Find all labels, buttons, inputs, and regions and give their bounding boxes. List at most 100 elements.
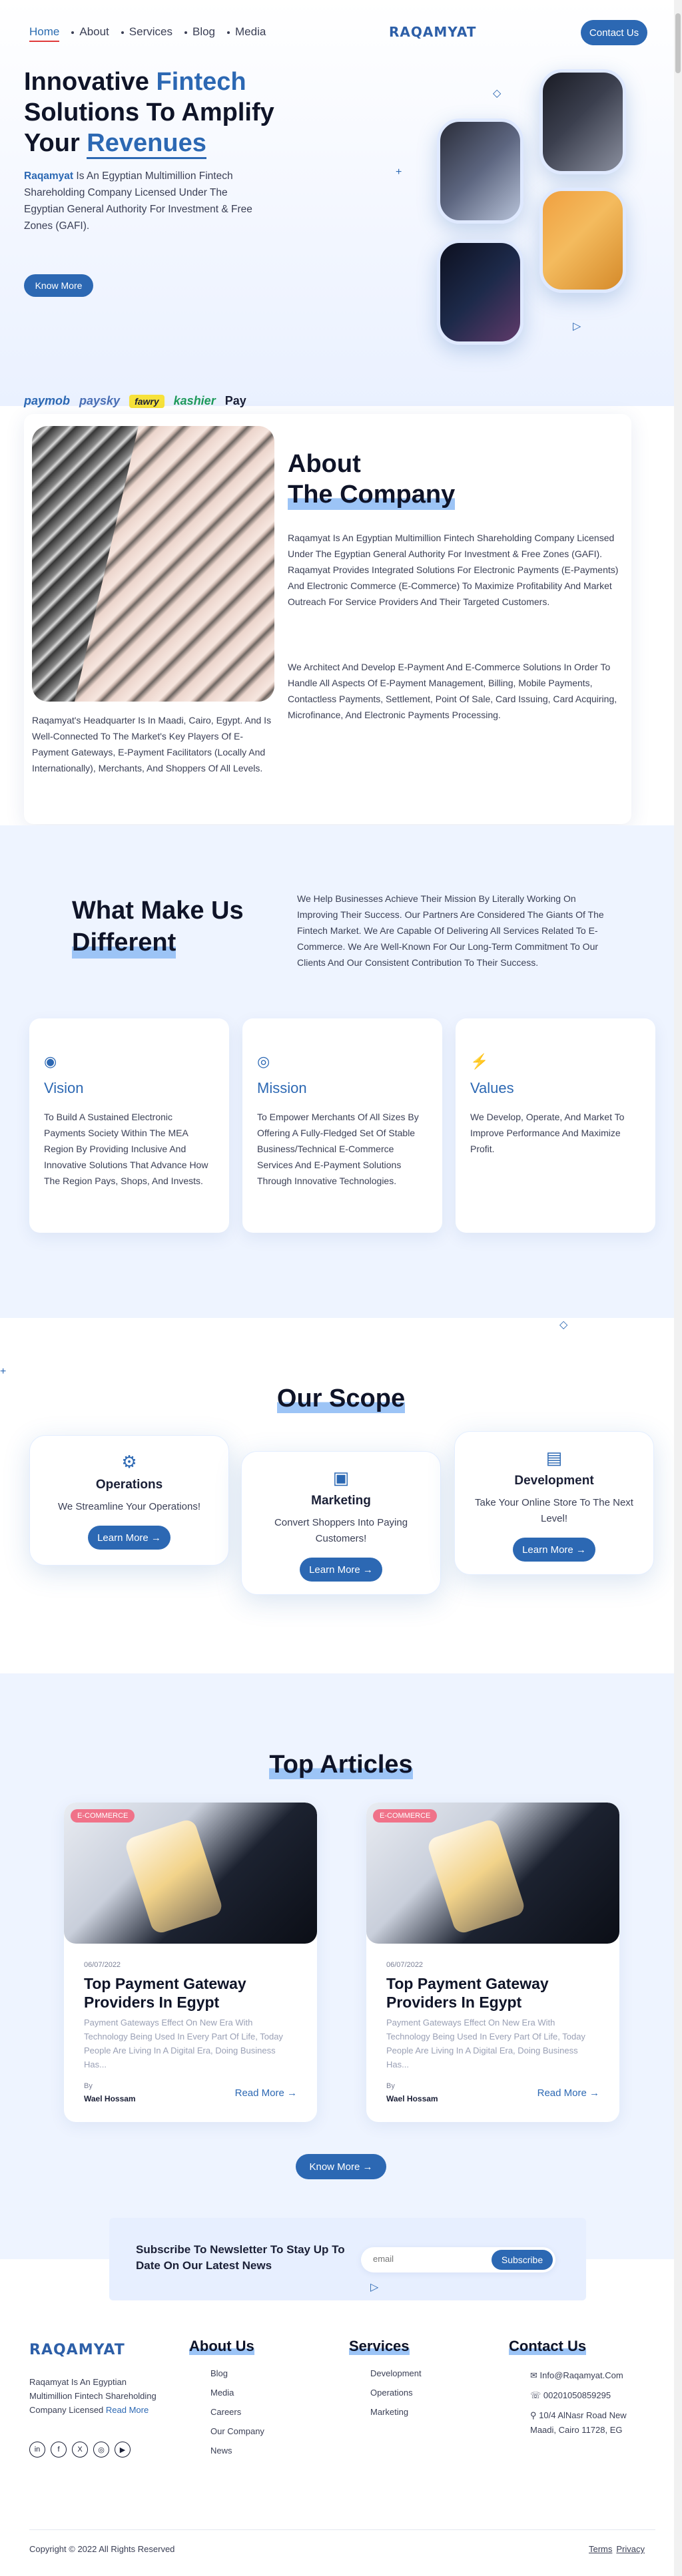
scope-card-development: ▤ Development Take Your Online Store To …	[454, 1431, 654, 1575]
footer-column-title: Contact Us	[509, 2338, 587, 2355]
nav-home[interactable]: Home	[29, 25, 60, 42]
footer-link-media[interactable]: Media	[189, 2388, 264, 2398]
nav-media[interactable]: Media	[227, 25, 266, 39]
site-logo[interactable]: RAQAMYAT	[389, 24, 476, 40]
partner-logo: Pay	[224, 394, 246, 407]
location-pin-icon: ⚲	[530, 2410, 539, 2420]
hero-image-pos-terminal	[539, 69, 626, 174]
about-paragraph-2: We Architect And Develop E-Payment And E…	[288, 662, 617, 720]
footer-link-careers[interactable]: Careers	[189, 2407, 264, 2417]
footer-column-title: About Us	[189, 2338, 254, 2355]
partner-logo: paysky	[79, 394, 121, 407]
partner-logos: paymob paysky fawry kashier Pay	[24, 394, 246, 408]
learn-more-button[interactable]: Learn More →	[513, 1538, 595, 1562]
triangle-deco-icon: ▷	[370, 2282, 379, 2293]
mission-description: To Empower Merchants Of All Sizes By Off…	[257, 1112, 419, 1186]
social-links: in f X ◎ ▶	[29, 2442, 131, 2458]
footer-link-development[interactable]: Development	[349, 2368, 422, 2378]
partner-logo: kashier	[173, 394, 216, 407]
article-by: By	[84, 2082, 93, 2090]
scope-card-description: We Streamline Your Operations!	[57, 1501, 200, 1512]
mail-icon: ✉	[530, 2370, 540, 2380]
contact-us-button[interactable]: Contact Us	[581, 20, 647, 45]
vision-card: ◉ Vision To Build A Sustained Electronic…	[29, 1018, 229, 1233]
article-image	[64, 1803, 317, 1944]
footer-email[interactable]: ✉ Info@Raqamyat.Com	[509, 2368, 642, 2383]
article-date: 06/07/2022	[84, 1961, 121, 1969]
scope-card-title: Operations	[95, 1478, 163, 1492]
articles-know-more-button[interactable]: Know More →	[296, 2154, 386, 2179]
terms-link[interactable]: Terms	[589, 2544, 612, 2554]
scrollbar[interactable]	[674, 0, 682, 2576]
scope-card-title: Marketing	[311, 1494, 371, 1508]
article-tag: E-COMMERCE	[373, 1809, 438, 1823]
newsletter-email-input[interactable]	[373, 2254, 486, 2264]
hero-image-trading-chart	[437, 240, 523, 345]
footer-link-operations[interactable]: Operations	[349, 2388, 422, 2398]
footer-about-column: About Us Blog Media Careers Our Company …	[189, 2338, 264, 2465]
privacy-link[interactable]: Privacy	[616, 2544, 645, 2554]
learn-more-button[interactable]: Learn More →	[300, 1558, 382, 1582]
plus-icon: +	[0, 1366, 7, 1377]
footer-link-news[interactable]: News	[189, 2446, 264, 2456]
footer-services-column: Services Development Operations Marketin…	[349, 2338, 422, 2426]
hero-know-more-button[interactable]: Know More	[24, 274, 93, 297]
article-card[interactable]: E-COMMERCE 06/07/2022 Top Payment Gatewa…	[366, 1803, 619, 2122]
article-read-more-link[interactable]: Read More →	[235, 2087, 297, 2099]
instagram-icon[interactable]: ◎	[93, 2442, 109, 2458]
article-author: Wael Hossam	[84, 2094, 136, 2103]
article-title[interactable]: Top Payment Gateway Providers In Egypt	[386, 1974, 599, 2012]
linkedin-icon[interactable]: in	[29, 2442, 45, 2458]
footer-link-blog[interactable]: Blog	[189, 2368, 264, 2378]
phone-icon: ☏	[530, 2390, 543, 2400]
youtube-icon[interactable]: ▶	[115, 2442, 131, 2458]
gears-icon: ⚙	[121, 1452, 137, 1472]
hero-image-card-payment	[539, 188, 626, 293]
mission-card: ◎ Mission To Empower Merchants Of All Si…	[242, 1018, 442, 1233]
values-title: Values	[470, 1080, 514, 1096]
footer-contact-column: Contact Us ✉ Info@Raqamyat.Com ☏ 0020105…	[509, 2338, 642, 2443]
triangle-deco-icon: ▷	[573, 321, 581, 332]
article-by: By	[386, 2082, 395, 2090]
footer-divider	[29, 2529, 655, 2530]
article-author: Wael Hossam	[386, 2094, 438, 2103]
partner-logo: paymob	[24, 394, 71, 407]
articles-title: Top Articles	[269, 1751, 413, 1779]
facebook-icon[interactable]: f	[51, 2442, 67, 2458]
different-title: What Make Us Different	[72, 895, 244, 959]
footer-read-more-link[interactable]: Read More	[106, 2405, 149, 2415]
article-excerpt: Payment Gateways Effect On New Era With …	[84, 2018, 283, 2069]
footer-about: Raqamyat Is An Egyptian Multimillion Fin…	[29, 2377, 157, 2415]
article-image	[366, 1803, 619, 1944]
copyright: Copyright © 2022 All Rights Reserved	[29, 2544, 175, 2554]
code-window-icon: ▤	[545, 1448, 563, 1468]
article-read-more-link[interactable]: Read More →	[537, 2087, 599, 2099]
learn-more-button[interactable]: Learn More →	[88, 1526, 170, 1550]
footer-link-marketing[interactable]: Marketing	[349, 2407, 422, 2417]
scope-title: Our Scope	[276, 1385, 406, 1413]
x-twitter-icon[interactable]: X	[72, 2442, 88, 2458]
about-paragraph-1: Raqamyat Is An Egyptian Multimillion Fin…	[288, 533, 619, 607]
article-card[interactable]: E-COMMERCE 06/07/2022 Top Payment Gatewa…	[64, 1803, 317, 2122]
footer-link-our-company[interactable]: Our Company	[189, 2426, 264, 2436]
nav-services[interactable]: Services	[121, 25, 172, 39]
scope-card-description: Convert Shoppers Into Paying Customers!	[274, 1517, 408, 1544]
bulb-icon: ⚡	[470, 1053, 489, 1070]
scrollbar-thumb[interactable]	[675, 13, 681, 73]
article-title[interactable]: Top Payment Gateway Providers In Egypt	[84, 1974, 297, 2012]
subscribe-button[interactable]: Subscribe	[492, 2250, 553, 2270]
article-excerpt: Payment Gateways Effect On New Era With …	[386, 2018, 585, 2069]
footer-phone[interactable]: ☏ 00201050859295	[509, 2388, 642, 2403]
partner-logo: fawry	[129, 394, 165, 408]
legal-links: Terms Privacy	[589, 2544, 645, 2554]
monitor-icon: ▣	[332, 1468, 350, 1488]
nav-about[interactable]: About	[71, 25, 109, 39]
hero-description: Raqamyat Is An Egyptian Multimillion Fin…	[24, 170, 252, 232]
nav-blog[interactable]: Blog	[184, 25, 215, 39]
scope-card-marketing: ▣ Marketing Convert Shoppers Into Paying…	[241, 1451, 441, 1595]
scope-card-operations: ⚙ Operations We Streamline Your Operatio…	[29, 1435, 229, 1566]
newsletter-title: Subscribe To Newsletter To Stay Up To Da…	[136, 2243, 345, 2272]
footer-logo[interactable]: RAQAMYAT	[29, 2342, 125, 2358]
footer-column-title: Services	[349, 2338, 410, 2355]
about-building-image	[32, 426, 274, 702]
